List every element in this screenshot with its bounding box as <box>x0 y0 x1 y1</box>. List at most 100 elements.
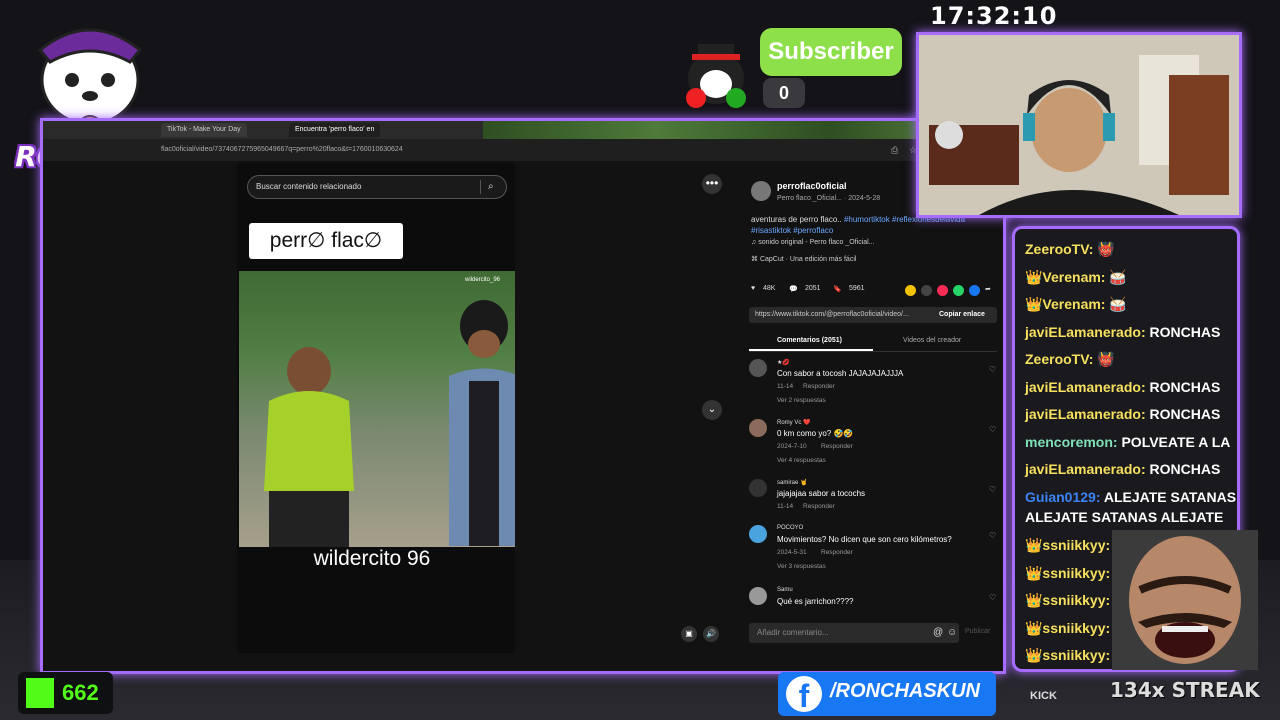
tab-search[interactable]: Encuentra 'perro flaco' en <box>289 123 381 137</box>
kick-follower-count: 662 <box>62 680 99 705</box>
comment-avatar[interactable] <box>749 587 767 605</box>
more-options-button[interactable]: ••• <box>702 174 722 194</box>
search-icon[interactable]: ⌕ <box>488 176 494 198</box>
chat-text: RONCHAS <box>1149 406 1221 422</box>
pip-icon[interactable]: ▣ <box>681 626 697 642</box>
volume-icon[interactable]: 🔊 <box>703 626 719 642</box>
browser-window: TikTok - Make Your Day Encuentra 'perro … <box>40 118 1006 674</box>
chat-user: javiELamanerado: <box>1025 461 1146 477</box>
chat-message: 👑ssniikkyy: <box>1025 565 1110 582</box>
chat-user: 👑Verenam: <box>1025 296 1106 312</box>
hashtag[interactable]: #risastiktok <box>751 226 791 235</box>
video-caption: wildercito 96 <box>313 547 431 570</box>
share-icon-embed[interactable] <box>921 285 932 296</box>
save-count: 5961 <box>849 285 865 292</box>
share-icon-coin[interactable] <box>905 285 916 296</box>
chat-user: Guian0129: <box>1025 489 1101 505</box>
bookmark-icon[interactable]: 🔖 <box>833 285 842 293</box>
chat-user: ZeerooTV: <box>1025 351 1094 367</box>
person-green-shirt-icon <box>264 347 354 547</box>
chat-text: RONCHAS <box>1149 379 1221 395</box>
comment-avatar[interactable] <box>749 525 767 543</box>
chat-message: 👑ssniikkyy: <box>1025 592 1110 609</box>
chat-user: javiELamanerado: <box>1025 406 1146 422</box>
view-replies-button[interactable]: Ver 4 respuestas <box>777 457 826 464</box>
author-avatar[interactable] <box>751 181 771 201</box>
chat-message: Guian0129: ALEJATE SATANAS <box>1025 489 1236 505</box>
hashtag[interactable]: #humortiktok <box>844 215 890 224</box>
tab-comments[interactable]: Comentarios (2051) <box>777 337 842 344</box>
chat-message: 👑Verenam: 🥁 <box>1025 269 1127 286</box>
streak-counter: 134x STREAK <box>1110 678 1260 702</box>
chat-message: javiELamanerado: RONCHAS <box>1025 461 1220 477</box>
search-divider <box>480 180 481 194</box>
hashtag[interactable]: #perroflaco <box>793 226 833 235</box>
share-icon-facebook[interactable] <box>969 285 980 296</box>
post-comment-button[interactable]: Publicar <box>965 628 990 635</box>
comment-text: jajajajaa sabor a tocochs <box>777 489 866 498</box>
reply-button[interactable]: Responder <box>821 443 853 450</box>
comment-text: Con sabor a tocosh JAJAJAJAJJJA <box>777 369 904 378</box>
comment-author[interactable]: samirae 🤘 <box>777 479 807 486</box>
reply-button[interactable]: Responder <box>821 549 853 556</box>
reply-button[interactable]: Responder <box>803 503 835 510</box>
sound-link[interactable]: ♫ sonido original - Perro flaco _Oficial… <box>751 239 875 246</box>
mention-icon[interactable]: @ <box>933 623 943 643</box>
comment-like-icon[interactable]: ♡ <box>989 531 996 540</box>
tab-creator-videos[interactable]: Videos del creador <box>903 337 961 344</box>
tab-tiktok[interactable]: TikTok - Make Your Day <box>161 123 247 137</box>
view-replies-button[interactable]: Ver 3 respuestas <box>777 563 826 570</box>
chat-message: 👑ssniikkyy: <box>1025 620 1110 637</box>
laughing-meme-image <box>1112 530 1258 670</box>
add-comment-placeholder: Añadir comentario... <box>757 628 829 637</box>
chat-message: ZeerooTV: 👹 <box>1025 351 1115 368</box>
chat-user: 👑ssniikkyy: <box>1025 647 1111 663</box>
add-comment-input[interactable]: Añadir comentario... @ ☺ <box>749 623 959 643</box>
share-arrow-icon[interactable]: ➦ <box>985 285 991 293</box>
like-icon[interactable]: ♥ <box>751 285 755 292</box>
comment-avatar[interactable] <box>749 419 767 437</box>
share-icon-send[interactable] <box>937 285 948 296</box>
chat-user: javiELamanerado: <box>1025 324 1146 340</box>
next-video-button[interactable]: ⌄ <box>702 400 722 420</box>
subscriber-mascot-icon <box>676 36 756 112</box>
comment-avatar[interactable] <box>749 359 767 377</box>
comment-author[interactable]: Samu <box>777 587 793 593</box>
comment-like-icon[interactable]: ♡ <box>989 485 996 494</box>
comment-author[interactable]: POCOYO <box>777 525 803 531</box>
comment-author[interactable]: Romy Vc ❤️ <box>777 419 810 426</box>
comment-tabs: Comentarios (2051) Videos del creador <box>749 333 997 352</box>
comment-author[interactable]: ★💋 <box>777 359 790 366</box>
related-search-input[interactable]: Buscar contenido relacionado ⌕ <box>247 175 507 199</box>
emoji-icon[interactable]: ☺ <box>947 623 957 643</box>
sound-label: sonido original - Perro flaco _Oficial..… <box>758 239 875 246</box>
streamer-webcam-image <box>919 35 1239 215</box>
view-replies-button[interactable]: Ver 2 respuestas <box>777 397 826 404</box>
video-title-overlay: perr∅ flac∅ <box>249 223 403 259</box>
comment-like-icon[interactable]: ♡ <box>989 593 996 602</box>
comment-avatar[interactable] <box>749 479 767 497</box>
post-link-url[interactable]: https://www.tiktok.com/@perroflac0oficia… <box>755 307 909 323</box>
comment-like-icon[interactable]: ♡ <box>989 425 996 434</box>
comment-date: 2024-5-31 <box>777 549 807 556</box>
chat-message: javiELamanerado: RONCHAS <box>1025 379 1220 395</box>
copy-link-button[interactable]: Copiar enlace <box>939 307 985 323</box>
reply-button[interactable]: Responder <box>803 383 835 390</box>
capcut-link[interactable]: ⌘ CapCut · Una edición más fácil <box>751 255 856 263</box>
chat-user: 👑ssniikkyy: <box>1025 565 1111 581</box>
video-frame[interactable]: wildercito_96 <box>239 271 515 547</box>
webcam-feed <box>916 32 1242 218</box>
chat-text: ALEJATE SATANAS ALEJATE <box>1025 509 1224 525</box>
chat-user: 👑ssniikkyy: <box>1025 620 1111 636</box>
chat-user: ZeerooTV: <box>1025 241 1094 257</box>
comment-icon[interactable]: 💬 <box>789 285 798 293</box>
author-username[interactable]: perroflac0oficial <box>777 181 847 191</box>
screen-share-icon[interactable]: ⎙ <box>891 139 898 161</box>
chat-message: 👑ssniikkyy: <box>1025 537 1110 554</box>
facebook-banner: f /RONCHASKUN <box>778 672 996 716</box>
share-icon-whatsapp[interactable] <box>953 285 964 296</box>
comment-text: Qué es jarrichon???? <box>777 597 854 606</box>
chat-message: ALEJATE SATANAS ALEJATE <box>1025 509 1223 525</box>
comment-like-icon[interactable]: ♡ <box>989 365 996 374</box>
address-bar[interactable]: flac0oficial/video/7374067275965049667q=… <box>43 139 1003 161</box>
